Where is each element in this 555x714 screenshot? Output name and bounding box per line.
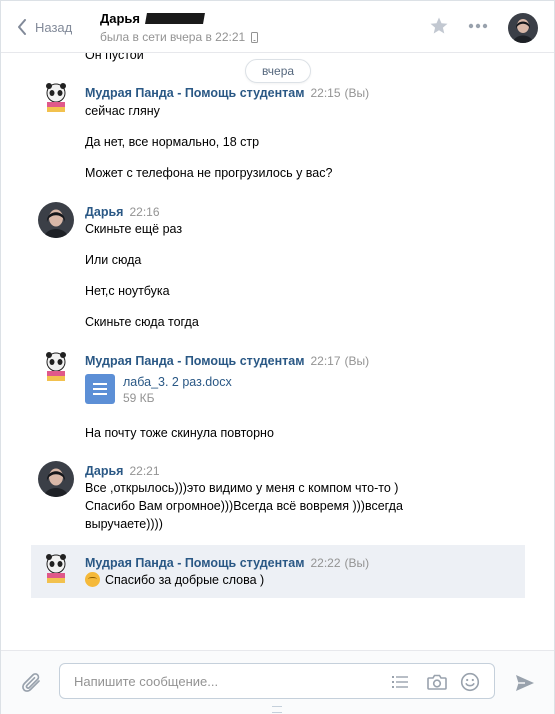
- message-author[interactable]: Мудрая Панда - Помощь студентам 22:15 (Вы): [85, 86, 369, 100]
- contact-status: была в сети вчера в 22:21: [100, 30, 259, 44]
- author-name: Дарья: [85, 205, 124, 219]
- contact-avatar[interactable]: [508, 13, 538, 43]
- message-text: сейчас гляну: [85, 104, 160, 118]
- panda-avatar[interactable]: [38, 349, 74, 385]
- chat-window: Назад Дарья была в сети вчера в 22:21 Он…: [0, 0, 555, 714]
- author-name: Мудрая Панда - Помощь студентам: [85, 556, 305, 570]
- you-marker: (Вы): [344, 86, 370, 100]
- you-marker: (Вы): [344, 556, 370, 570]
- contact-avatar[interactable]: [38, 202, 74, 238]
- message-time[interactable]: 22:22: [310, 556, 340, 570]
- message-author[interactable]: Мудрая Панда - Помощь студентам 22:22 (Вы): [85, 556, 369, 570]
- redaction-mark: [145, 13, 205, 24]
- panda-avatar[interactable]: [38, 551, 74, 587]
- message-line: Спасибо за добрые слова ): [85, 572, 264, 589]
- document-name[interactable]: лаба_3. 2 раз.docx: [123, 374, 232, 390]
- author-name: Дарья: [85, 464, 124, 478]
- send-icon[interactable]: [514, 673, 536, 693]
- message-time[interactable]: 22:17: [310, 354, 340, 368]
- message-author[interactable]: Дарья 22:21: [85, 464, 160, 478]
- author-name: Мудрая Панда - Помощь студентам: [85, 86, 305, 100]
- star-icon[interactable]: [429, 16, 449, 36]
- panda-avatar[interactable]: [38, 80, 74, 116]
- message-text: выручаете)))): [85, 517, 163, 531]
- message-author[interactable]: Мудрая Панда - Помощь студентам 22:17 (Вы): [85, 354, 369, 368]
- contact-name-text: Дарья: [100, 11, 141, 26]
- message-time[interactable]: 22:16: [129, 205, 159, 219]
- message-text: Спасибо Вам огромное)))Всегда всё воврем…: [85, 499, 403, 513]
- contact-avatar[interactable]: [38, 461, 74, 497]
- message-text: На почту тоже скинула повторно: [85, 426, 274, 440]
- message-composer: [1, 650, 554, 714]
- paperclip-icon[interactable]: [21, 671, 43, 695]
- more-options-icon[interactable]: [468, 23, 488, 29]
- you-marker: (Вы): [344, 354, 370, 368]
- message-input[interactable]: [72, 673, 376, 690]
- back-label: Назад: [35, 19, 73, 35]
- message-input-wrapper: [59, 663, 495, 699]
- emoji-icon[interactable]: [460, 672, 480, 692]
- message-text: Он пустой: [85, 53, 144, 62]
- message-text: Все ,открылось)))это видимо у меня с ком…: [85, 481, 399, 495]
- message-time[interactable]: 22:15: [310, 86, 340, 100]
- status-text: была в сети вчера в 22:21: [100, 30, 246, 44]
- chevron-left-icon: [18, 19, 26, 35]
- date-divider[interactable]: вчера: [245, 59, 311, 83]
- message-author[interactable]: Дарья 22:16: [85, 205, 160, 219]
- back-button[interactable]: Назад: [17, 16, 72, 38]
- template-list-icon[interactable]: [390, 672, 410, 692]
- document-size: 59 КБ: [123, 391, 155, 405]
- message-text: Или сюда: [85, 253, 142, 267]
- chat-header: Назад Дарья была в сети вчера в 22:21: [1, 1, 554, 53]
- document-attachment[interactable]: лаба_3. 2 раз.docx 59 КБ: [85, 374, 232, 406]
- resize-handle[interactable]: [272, 706, 282, 713]
- smile-emoji-icon: [85, 572, 100, 587]
- message-history: Он пустой вчера Мудрая Панда - Помощь ст…: [1, 53, 554, 649]
- message-text: Нет,с ноутбука: [85, 284, 170, 298]
- message-text: Скиньте ещё раз: [85, 222, 183, 236]
- message-text: Может с телефона не прогрузилось у вас?: [85, 166, 333, 180]
- message-text: Спасибо за добрые слова ): [105, 573, 265, 587]
- mobile-icon: [251, 31, 259, 43]
- message-text: Да нет, все нормально, 18 стр: [85, 135, 260, 149]
- message-time[interactable]: 22:21: [129, 464, 159, 478]
- author-name: Мудрая Панда - Помощь студентам: [85, 354, 305, 368]
- document-icon: [85, 374, 115, 404]
- camera-icon[interactable]: [426, 672, 448, 692]
- contact-name[interactable]: Дарья: [100, 11, 205, 26]
- message-text: Скиньте сюда тогда: [85, 315, 199, 329]
